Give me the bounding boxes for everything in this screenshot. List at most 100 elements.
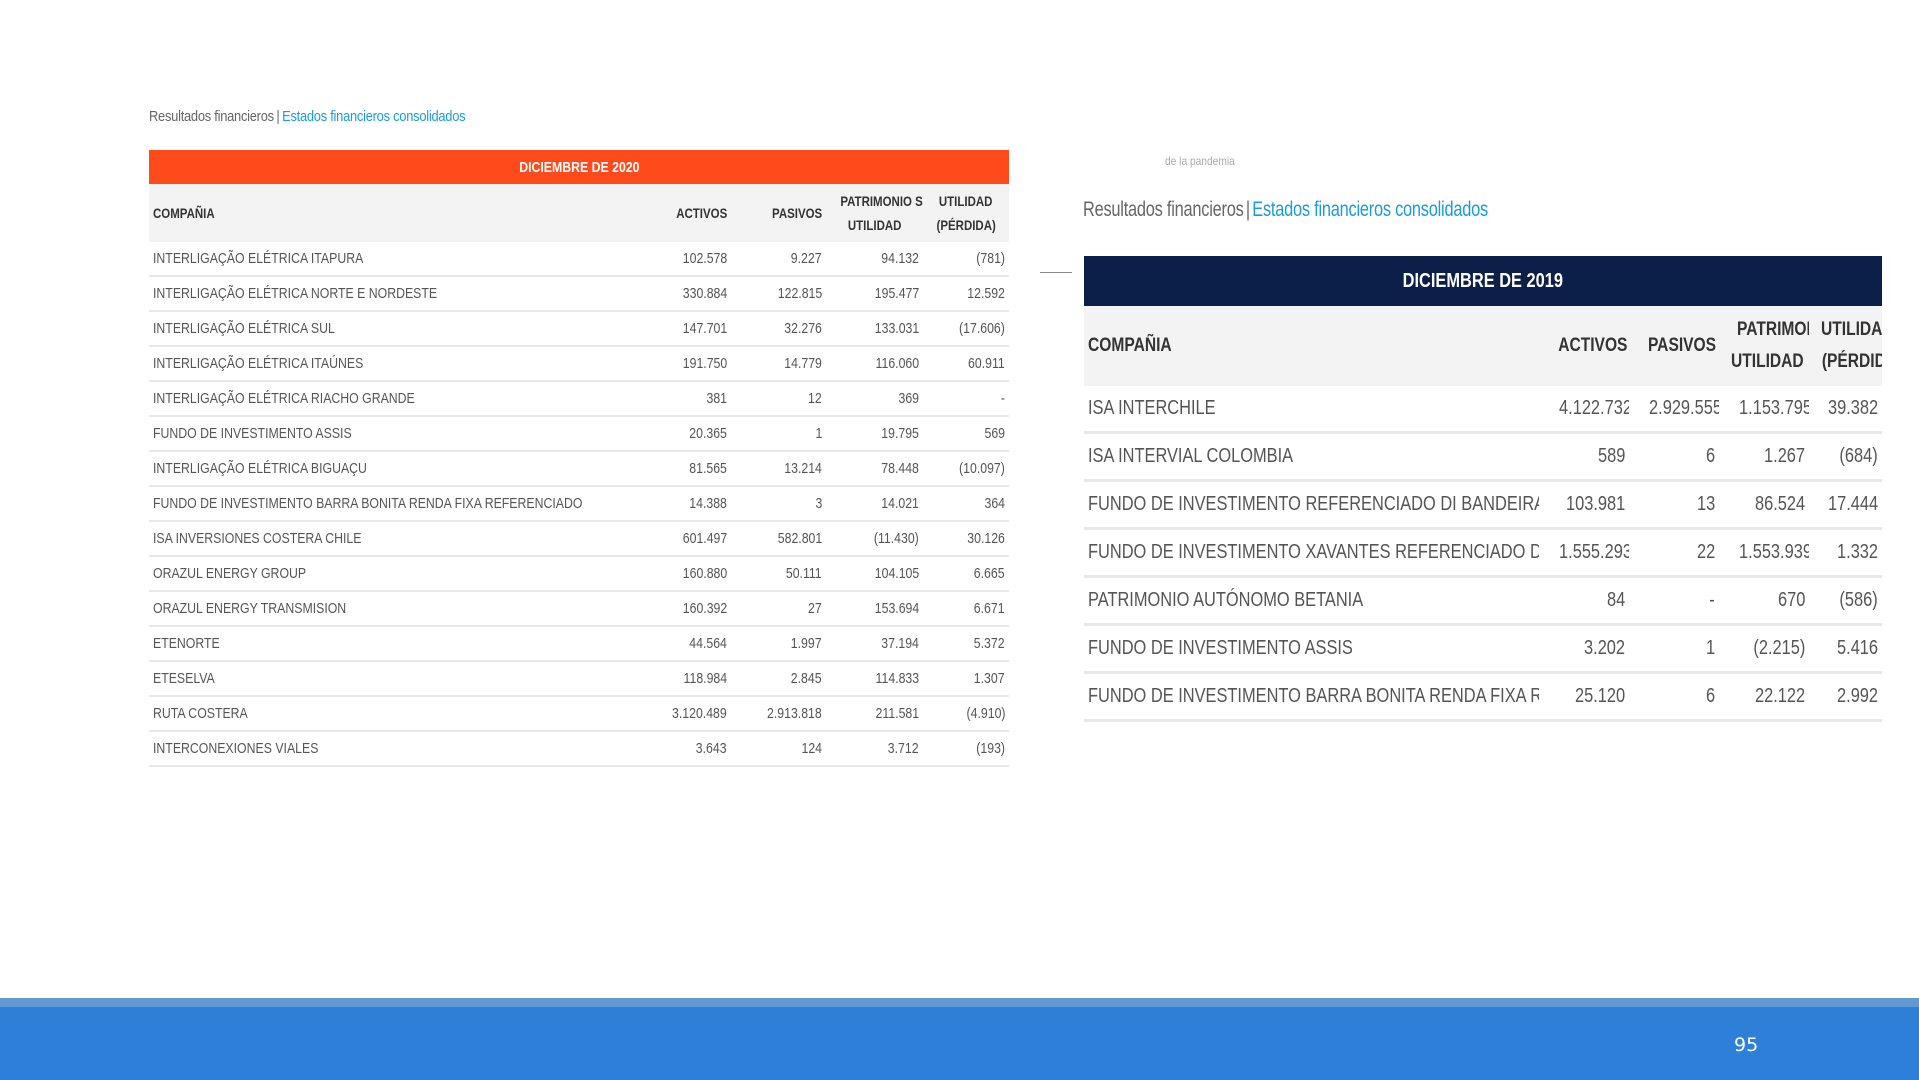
table-row: INTERLIGAÇÃO ELÉTRICA SUL 147.701 32.276 13… [149, 311, 1010, 347]
cell-pasivos: 14.779 [731, 346, 826, 382]
page-number: 95 [1734, 1034, 1759, 1056]
cell-patrimonio: 1.553.939 [1719, 528, 1809, 578]
cell-pasivos: 50.111 [731, 556, 826, 592]
breadcrumb-link[interactable]: Estados financieros consolidados [1252, 198, 1488, 221]
cell-activos: 25.120 [1539, 672, 1629, 722]
cell-patrimonio: 22.122 [1719, 672, 1809, 722]
breadcrumb-separator: | [1245, 198, 1250, 221]
cell-company: FUNDO DE INVESTIMENTO ASSIS [149, 416, 636, 452]
table-row: ETESELVA 118.984 2.845 114.833 1.307 [149, 661, 1010, 697]
cell-activos: 3.120.489 [636, 696, 731, 732]
cell-utilidad: 364 [923, 486, 1010, 522]
cell-company: INTERLIGAÇÃO ELÉTRICA BIGUAÇU [149, 451, 636, 487]
cell-patrimonio: 3.712 [826, 731, 923, 767]
cell-activos: 44.564 [636, 626, 731, 662]
cell-patrimonio: 104.105 [826, 556, 923, 592]
table-row: FUNDO DE INVESTIMENTO ASSIS 3.202 1 (2.215)… [1084, 624, 1883, 674]
cell-activos: 330.884 [636, 276, 731, 312]
cell-patrimonio: 78.448 [826, 451, 923, 487]
table-row: FUNDO DE INVESTIMENTO XAVANTES REFERENCI… [1084, 528, 1883, 578]
cell-patrimonio: 211.581 [826, 696, 923, 732]
cell-utilidad: 569 [923, 416, 1010, 452]
cell-utilidad: (4.910) [923, 696, 1010, 732]
table-row: FUNDO DE INVESTIMENTO REFERENCIADO DI BA… [1084, 480, 1883, 530]
cell-pasivos: 12 [731, 381, 826, 417]
cell-company: INTERLIGAÇÃO ELÉTRICA ITAPURA [149, 242, 636, 277]
breadcrumb-section: Resultados financieros [1083, 198, 1244, 221]
cell-company: FUNDO DE INVESTIMENTO XAVANTES REFERENCI… [1084, 528, 1539, 578]
cell-patrimonio: 114.833 [826, 661, 923, 697]
cell-pasivos: 13 [1629, 480, 1719, 530]
cell-company: FUNDO DE INVESTIMENTO REFERENCIADO DI BA… [1084, 480, 1539, 530]
cell-utilidad: 39.382 [1809, 386, 1883, 434]
cell-utilidad: 60.911 [923, 346, 1010, 382]
cell-company: INTERLIGAÇÃO ELÉTRICA SUL [149, 311, 636, 347]
breadcrumb-right: Resultados financieros | Estados financier… [1083, 198, 1488, 222]
footer-stripe [0, 998, 1919, 1007]
table-row: FUNDO DE INVESTIMENTO ASSIS 20.365 1 19.795… [149, 416, 1010, 452]
table-row: RUTA COSTERA 3.120.489 2.913.818 211.581 (4.… [149, 696, 1010, 732]
cell-pasivos: 27 [731, 591, 826, 627]
cell-company: ISA INTERCHILE [1084, 386, 1539, 434]
cell-pasivos: 32.276 [731, 311, 826, 347]
table-row: ORAZUL ENERGY TRANSMISION 160.392 27 153.69… [149, 591, 1010, 627]
cell-utilidad: (17.606) [923, 311, 1010, 347]
table-row: INTERCONEXIONES VIALES 3.643 124 3.712 (193) [149, 731, 1010, 767]
cell-patrimonio: 1.267 [1719, 432, 1809, 482]
table-row: INTERLIGAÇÃO ELÉTRICA RIACHO GRANDE 381 12… [149, 381, 1010, 417]
cell-activos: 160.880 [636, 556, 731, 592]
cell-patrimonio: 133.031 [826, 311, 923, 347]
cell-pasivos: 1 [731, 416, 826, 452]
breadcrumb-link[interactable]: Estados financieros consolidados [282, 108, 465, 125]
faded-text: de la pandemia [1165, 154, 1235, 168]
cell-company: FUNDO DE INVESTIMENTO ASSIS [1084, 624, 1539, 674]
cell-company: ISA INTERVIAL COLOMBIA [1084, 432, 1539, 482]
cell-utilidad: (781) [923, 242, 1010, 277]
cell-utilidad: 5.372 [923, 626, 1010, 662]
cell-pasivos: 124 [731, 731, 826, 767]
cell-activos: 14.388 [636, 486, 731, 522]
table-row: FUNDO DE INVESTIMENTO BARRA BONITA RENDA… [1084, 672, 1883, 722]
cell-patrimonio: 94.132 [826, 242, 923, 277]
cell-patrimonio: (2.215) [1719, 624, 1809, 674]
breadcrumb-section: Resultados financieros [149, 108, 274, 125]
cell-utilidad: 5.416 [1809, 624, 1883, 674]
cell-pasivos: 9.227 [731, 242, 826, 277]
header-pasivos: PASIVOS [1629, 306, 1719, 386]
cell-utilidad: 6.671 [923, 591, 1010, 627]
cell-pasivos: 6 [1629, 432, 1719, 482]
header-utilidad: UTILIDAD(PÉRDIDA) [1809, 306, 1883, 386]
cell-activos: 589 [1539, 432, 1629, 482]
cell-pasivos: 2.913.818 [731, 696, 826, 732]
cell-pasivos: 13.214 [731, 451, 826, 487]
cell-patrimonio: (11.430) [826, 521, 923, 557]
breadcrumb-left: Resultados financieros | Estados financier… [149, 108, 466, 125]
cell-company: ETESELVA [149, 661, 636, 697]
cell-company: FUNDO DE INVESTIMENTO BARRA BONITA RENDA… [1084, 672, 1539, 722]
cell-company: INTERLIGAÇÃO ELÉTRICA NORTE E NORDESTE [149, 276, 636, 312]
cell-pasivos: 2.845 [731, 661, 826, 697]
cell-company: ETENORTE [149, 626, 636, 662]
cell-pasivos: 2.929.555 [1629, 386, 1719, 434]
cell-company: INTERLIGAÇÃO ELÉTRICA RIACHO GRANDE [149, 381, 636, 417]
table-row: INTERLIGAÇÃO ELÉTRICA ITAPURA 102.578 9.22… [149, 242, 1010, 277]
cell-patrimonio: 19.795 [826, 416, 923, 452]
cell-activos: 3.643 [636, 731, 731, 767]
cell-patrimonio: 1.153.795 [1719, 386, 1809, 434]
header-company: COMPAÑIA [149, 184, 636, 242]
cell-company: INTERLIGAÇÃO ELÉTRICA ITAÚNES [149, 346, 636, 382]
cell-utilidad: 6.665 [923, 556, 1010, 592]
cell-pasivos: 122.815 [731, 276, 826, 312]
table-row: ORAZUL ENERGY GROUP 160.880 50.111 104.105 6… [149, 556, 1010, 592]
cell-utilidad: 1.332 [1809, 528, 1883, 578]
cell-pasivos: - [1629, 576, 1719, 626]
cell-pasivos: 1 [1629, 624, 1719, 674]
cell-pasivos: 582.801 [731, 521, 826, 557]
table-2019: DICIEMBRE DE 2019 COMPAÑIA ACTIVOS PASIV… [1084, 256, 1883, 722]
cell-activos: 118.984 [636, 661, 731, 697]
cell-activos: 601.497 [636, 521, 731, 557]
cell-pasivos: 22 [1629, 528, 1719, 578]
cell-activos: 191.750 [636, 346, 731, 382]
cell-patrimonio: 116.060 [826, 346, 923, 382]
cell-activos: 4.122.732 [1539, 386, 1629, 434]
